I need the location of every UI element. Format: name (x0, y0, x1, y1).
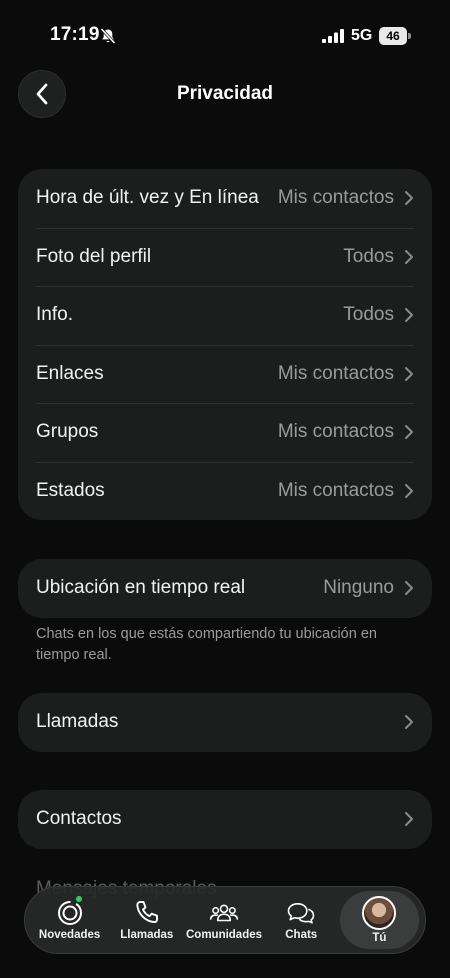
chevron-right-icon (405, 249, 413, 264)
row-label: Info. (36, 304, 73, 326)
row-value: Mis contactos (277, 479, 394, 501)
network-label: 5G (351, 27, 373, 44)
live-location-footnote: Chats en los que estás compartiendo tu u… (36, 626, 377, 663)
bell-off-icon (100, 27, 116, 45)
battery-level: 46 (379, 27, 407, 45)
row-label: Ubicación en tiempo real (36, 577, 246, 599)
row-label: Foto del perfil (36, 245, 152, 267)
chevron-right-icon (405, 812, 413, 827)
row-value: Mis contactos (277, 362, 394, 384)
nav-label: Llamadas (120, 929, 174, 941)
row-label: Grupos (36, 421, 99, 443)
contacts-row[interactable]: Contactos (18, 790, 432, 849)
chevron-right-icon (405, 581, 413, 596)
chevron-right-icon (405, 715, 413, 730)
phone-icon (136, 901, 158, 924)
live-location-row[interactable]: Ubicación en tiempo real Ninguno (18, 559, 432, 618)
nav-communities[interactable]: Comunidades (185, 891, 262, 949)
row-value: Ninguno (323, 577, 394, 599)
nav-chats[interactable]: Chats (263, 891, 340, 949)
calls-row[interactable]: Llamadas (18, 693, 432, 752)
contacts-group: Contactos (18, 790, 432, 849)
status-bar: 17:19 5G 46 (0, 0, 450, 60)
status-row[interactable]: Estados Mis contactos (18, 461, 432, 521)
bottom-nav: Novedades Llamadas Comunidades Chats Tú (24, 886, 426, 954)
live-location-group: Ubicación en tiempo real Ninguno (18, 559, 432, 618)
status-time: 17:19 (50, 24, 100, 45)
row-label: Enlaces (36, 362, 104, 384)
battery-icon: 46 (379, 27, 411, 45)
profile-photo-row[interactable]: Foto del perfil Todos (18, 227, 432, 287)
chevron-right-icon (405, 191, 413, 206)
chevron-right-icon (405, 366, 413, 381)
nav-label: Comunidades (185, 929, 263, 941)
new-updates-dot (75, 895, 83, 903)
row-value: Todos (343, 245, 394, 267)
row-value: Mis contactos (277, 187, 394, 209)
nav-label: Tú (372, 932, 387, 944)
row-value: Todos (343, 304, 394, 326)
row-value: Mis contactos (277, 421, 394, 443)
nav-updates[interactable]: Novedades (31, 891, 108, 949)
status-icon (57, 901, 82, 925)
avatar (362, 896, 397, 930)
last-seen-row[interactable]: Hora de últ. vez y En línea Mis contacto… (18, 169, 432, 228)
row-label: Estados (36, 479, 105, 501)
groups-row[interactable]: Grupos Mis contactos (18, 403, 432, 462)
chats-icon (287, 903, 315, 924)
signal-icon (322, 29, 344, 43)
page-title: Privacidad (176, 83, 274, 104)
row-label: Contactos (36, 808, 122, 830)
chevron-right-icon (405, 308, 413, 323)
nav-you[interactable]: Tú (339, 891, 419, 949)
about-row[interactable]: Info. Todos (18, 286, 432, 345)
row-label: Llamadas (36, 711, 119, 733)
links-row[interactable]: Enlaces Mis contactos (18, 344, 432, 404)
calls-group: Llamadas (18, 693, 432, 752)
nav-label: Novedades (38, 929, 101, 941)
chevron-right-icon (405, 483, 413, 498)
communities-icon (209, 904, 239, 922)
nav-calls[interactable]: Llamadas (108, 891, 185, 949)
nav-label: Chats (285, 929, 318, 941)
row-label: Hora de últ. vez y En línea (36, 187, 259, 209)
privacy-settings-group: Hora de últ. vez y En línea Mis contacto… (18, 169, 432, 520)
chevron-right-icon (405, 425, 413, 440)
